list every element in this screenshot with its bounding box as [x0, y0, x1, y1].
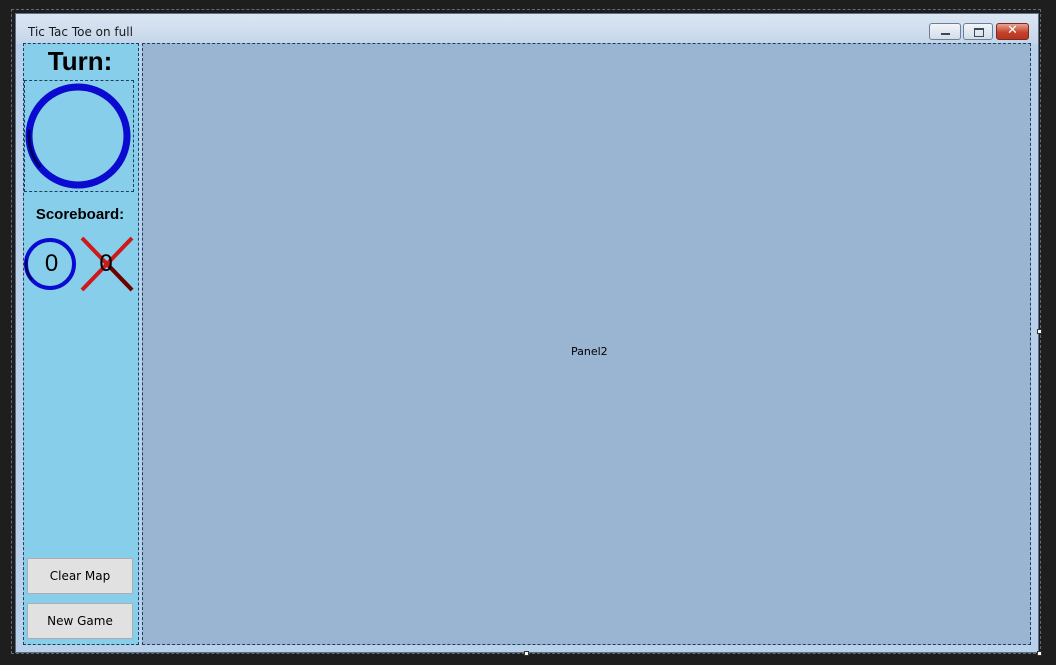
clear-map-button[interactable]: Clear Map	[27, 558, 133, 594]
score-x: 0	[79, 235, 135, 293]
window-title: Tic Tac Toe on full	[28, 25, 133, 39]
panel2-label: Panel2	[571, 345, 608, 358]
close-icon: ✕	[1007, 23, 1018, 38]
minimize-icon	[941, 33, 950, 35]
resize-handle-right[interactable]	[1037, 329, 1042, 334]
maximize-button[interactable]	[963, 23, 993, 40]
score-x-value: 0	[99, 250, 113, 277]
maximize-icon	[974, 28, 984, 37]
main-window: Tic Tac Toe on full ✕ Turn: Scoreboard: …	[15, 13, 1039, 653]
game-board-panel[interactable]: Panel2	[142, 43, 1031, 645]
score-o-value: 0	[44, 250, 59, 277]
close-button[interactable]: ✕	[996, 23, 1029, 40]
minimize-button[interactable]	[929, 23, 961, 40]
scoreboard-label: Scoreboard:	[35, 206, 125, 223]
turn-label: Turn:	[47, 46, 113, 76]
current-turn-picture	[24, 80, 134, 192]
resize-handle-bottom[interactable]	[524, 651, 529, 656]
o-icon	[25, 83, 131, 189]
new-game-button[interactable]: New Game	[27, 603, 133, 639]
sidebar-panel: Turn: Scoreboard: 0 0 Clear Map New Game	[23, 43, 139, 645]
title-bar[interactable]: Tic Tac Toe on full ✕	[16, 14, 1038, 44]
resize-handle-corner[interactable]	[1037, 651, 1042, 656]
score-o: 0	[24, 237, 79, 292]
